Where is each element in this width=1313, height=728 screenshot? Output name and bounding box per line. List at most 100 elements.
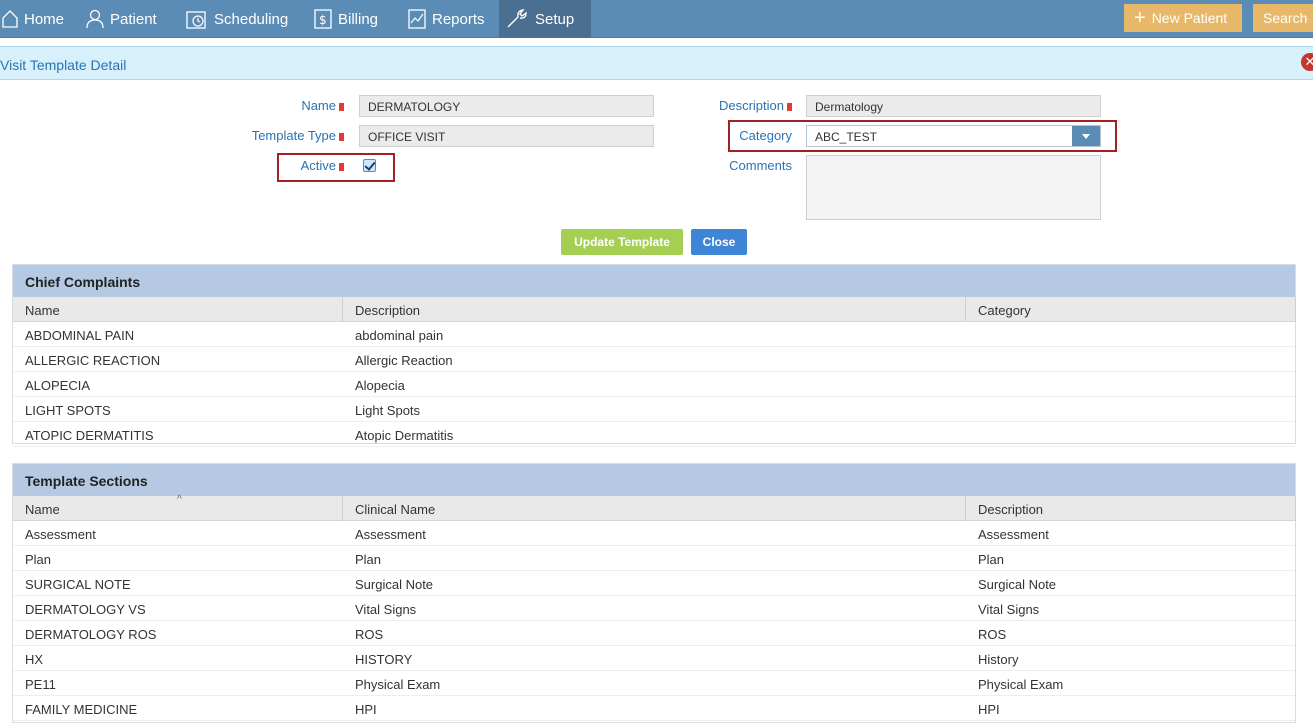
nav-billing[interactable]: $ Billing <box>308 0 390 38</box>
description-label: Description <box>680 98 792 113</box>
table-cell: ALLERGIC REACTION <box>25 353 161 368</box>
new-patient-label: New Patient <box>1151 10 1228 26</box>
chief-complaints-title: Chief Complaints <box>13 265 1295 297</box>
comments-label: Comments <box>729 158 792 173</box>
table-row[interactable]: HX HISTORY History <box>13 646 1295 671</box>
name-label: Name <box>230 98 344 113</box>
table-row[interactable]: ATOPIC DERMATITIS Atopic Dermatitis <box>13 422 1295 447</box>
template-sections-panel: Template Sections Name ^ Clinical Name D… <box>12 463 1296 723</box>
table-cell: Light Spots <box>355 403 421 418</box>
table-row[interactable]: SURGICAL NOTE Surgical Note Surgical Note <box>13 571 1295 596</box>
column-header-description[interactable]: Description <box>343 297 966 322</box>
page-title: Visit Template Detail <box>0 57 127 73</box>
nav-setup[interactable]: Setup <box>499 0 591 38</box>
search-label: Search <box>1263 10 1308 26</box>
close-button[interactable]: Close <box>691 229 747 255</box>
table-cell: Alopecia <box>355 378 405 393</box>
table-cell <box>966 372 1296 397</box>
user-icon <box>86 9 104 29</box>
nav-setup-label: Setup <box>535 10 575 28</box>
nav-home-label: Home <box>24 10 65 28</box>
chart-icon <box>408 9 426 29</box>
table-cell: SURGICAL NOTE <box>25 577 131 592</box>
table-row[interactable]: PE11 Physical Exam Physical Exam <box>13 671 1295 696</box>
table-cell: Physical Exam <box>978 677 1064 692</box>
top-navbar: Home Patient Scheduling $ Billing Report… <box>0 0 1313 38</box>
table-row[interactable]: ALLERGIC REACTION Allergic Reaction <box>13 347 1295 372</box>
table-row[interactable]: LIGHT SPOTS Light Spots <box>13 397 1295 422</box>
table-cell: Assessment <box>355 527 426 542</box>
category-label: Category <box>739 128 792 143</box>
table-cell <box>966 322 1296 347</box>
template-sections-title: Template Sections <box>13 464 1295 496</box>
column-header-category[interactable]: Category <box>966 297 1296 322</box>
column-header-description[interactable]: Description <box>966 496 1296 521</box>
nav-scheduling[interactable]: Scheduling <box>180 0 300 38</box>
update-template-button[interactable]: Update Template <box>561 229 683 255</box>
new-patient-button[interactable]: + New Patient <box>1124 4 1242 32</box>
table-cell: Assessment <box>978 527 1049 542</box>
table-cell: Plan <box>978 552 1005 567</box>
table-cell: Vital Signs <box>355 602 417 617</box>
table-row[interactable]: FAMILY MEDICINE HPI HPI <box>13 696 1295 721</box>
template-type-label: Template Type <box>210 128 344 143</box>
nav-home[interactable]: Home <box>0 0 76 38</box>
nav-patient[interactable]: Patient <box>80 0 169 38</box>
nav-reports[interactable]: Reports <box>402 0 497 38</box>
svg-text:$: $ <box>319 13 327 27</box>
table-cell: Atopic Dermatitis <box>355 428 454 443</box>
table-cell: abdominal pain <box>355 328 444 343</box>
table-cell: History <box>978 652 1019 667</box>
nav-reports-label: Reports <box>432 10 485 28</box>
dollar-icon: $ <box>314 9 332 29</box>
table-cell: Vital Signs <box>978 602 1040 617</box>
table-cell: Surgical Note <box>355 577 434 592</box>
table-cell: LIGHT SPOTS <box>25 403 111 418</box>
chevron-down-icon[interactable] <box>1072 126 1100 146</box>
column-header-name[interactable]: Name <box>13 297 343 322</box>
search-button[interactable]: Search <box>1253 4 1313 32</box>
table-cell: Assessment <box>25 527 96 542</box>
table-cell: Surgical Note <box>978 577 1057 592</box>
column-header-name[interactable]: Name ^ <box>13 494 343 521</box>
table-row[interactable]: Assessment Assessment Assessment <box>13 521 1295 546</box>
active-checkbox[interactable] <box>363 159 376 172</box>
table-cell: Plan <box>355 552 382 567</box>
table-cell: DERMATOLOGY ROS <box>25 627 157 642</box>
chief-complaints-panel: Chief Complaints Name Description Catego… <box>12 264 1296 447</box>
page-title-bar: Visit Template Detail <box>0 46 1313 80</box>
category-value: ABC_TEST <box>815 130 878 144</box>
table-row[interactable]: DERMATOLOGY ROS ROS ROS <box>13 621 1295 646</box>
table-cell: PE11 <box>25 677 56 692</box>
table-cell: ROS <box>978 627 1007 642</box>
sort-asc-icon: ^ <box>177 494 182 505</box>
category-select[interactable]: ABC_TEST <box>806 125 1101 147</box>
table-cell: Physical Exam <box>355 677 441 692</box>
table-cell: FAMILY MEDICINE <box>25 702 138 717</box>
nav-patient-label: Patient <box>110 10 157 28</box>
table-cell <box>966 422 1296 447</box>
table-row[interactable]: DERMATOLOGY VS Vital Signs Vital Signs <box>13 596 1295 621</box>
template-type-field[interactable]: OFFICE VISIT <box>359 125 654 147</box>
home-icon <box>2 10 18 28</box>
description-field[interactable]: Dermatology <box>806 95 1101 117</box>
table-cell <box>966 347 1296 372</box>
name-field[interactable]: DERMATOLOGY <box>359 95 654 117</box>
comments-textarea[interactable] <box>806 155 1101 220</box>
active-label: Active <box>280 158 344 173</box>
table-row[interactable]: ABDOMINAL PAIN abdominal pain <box>13 322 1295 347</box>
table-row[interactable]: Plan Plan Plan <box>13 546 1295 571</box>
table-cell: ATOPIC DERMATITIS <box>25 428 154 443</box>
table-cell: ALOPECIA <box>25 378 91 393</box>
column-header-clinical-name[interactable]: Clinical Name <box>343 496 966 521</box>
nav-billing-label: Billing <box>338 10 379 28</box>
table-row[interactable]: ALOPECIA Alopecia <box>13 372 1295 397</box>
table-cell <box>966 397 1296 422</box>
table-cell: ABDOMINAL PAIN <box>25 328 135 343</box>
table-cell: DERMATOLOGY VS <box>25 602 146 617</box>
close-icon[interactable]: ✕ <box>1301 53 1313 71</box>
table-cell: HISTORY <box>355 652 413 667</box>
table-cell: HX <box>25 652 44 667</box>
plus-icon: + <box>1134 7 1146 29</box>
table-cell: HPI <box>355 702 377 717</box>
